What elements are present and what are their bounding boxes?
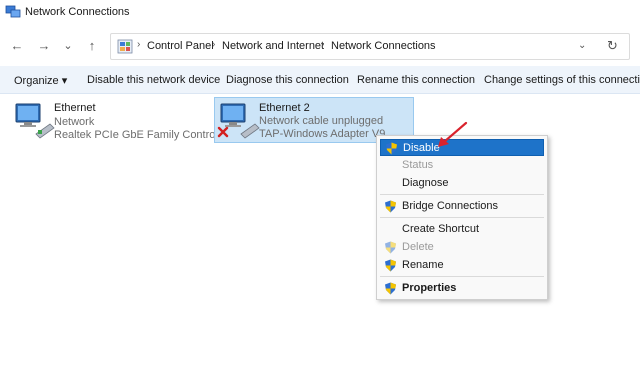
change-settings-button[interactable]: Change settings of this connection xyxy=(484,74,640,86)
adapter-name: Ethernet xyxy=(54,102,96,114)
rename-connection-button[interactable]: Rename this connection xyxy=(357,74,475,86)
breadcrumb-network-connections[interactable]: Network Connections xyxy=(331,40,436,52)
uac-shield-icon xyxy=(386,142,397,155)
address-dropdown-icon[interactable]: ⌄ xyxy=(578,40,586,51)
menu-item-label: Delete xyxy=(402,241,434,253)
forward-icon[interactable]: → xyxy=(36,38,52,54)
menu-separator xyxy=(380,276,544,277)
control-panel-icon xyxy=(117,39,133,54)
annotation-arrow-icon xyxy=(438,121,468,147)
breadcrumb-separator: › xyxy=(137,39,141,50)
diagnose-connection-button[interactable]: Diagnose this connection xyxy=(226,74,349,86)
adapter-device: TAP-Windows Adapter V9 xyxy=(259,128,386,140)
adapter-status: Network xyxy=(54,116,95,128)
menu-separator xyxy=(380,194,544,195)
menu-item-delete: Delete xyxy=(380,239,544,256)
disable-device-button[interactable]: Disable this network device xyxy=(87,74,220,86)
window-title: Network Connections xyxy=(25,6,130,18)
menu-item-label: Bridge Connections xyxy=(402,200,499,212)
up-icon[interactable]: ↑ xyxy=(84,38,100,54)
back-icon[interactable]: ← xyxy=(9,38,25,54)
menu-item-properties[interactable]: Properties xyxy=(380,280,544,297)
refresh-icon[interactable]: ↻ xyxy=(607,38,618,54)
adapter-device: Realtek PCIe GbE Family Controller xyxy=(54,129,231,141)
menu-item-label: Rename xyxy=(402,259,444,271)
title-bar: Network Connections xyxy=(0,0,640,26)
menu-item-label: Status xyxy=(402,159,434,171)
uac-shield-icon xyxy=(385,200,396,213)
network-connections-icon xyxy=(5,5,21,18)
address-bar[interactable]: › Control Panel › Network and Internet ›… xyxy=(110,33,630,60)
menu-item-label: Create Shortcut xyxy=(402,223,480,235)
network-adapter-icon xyxy=(15,103,55,139)
disconnected-x-icon xyxy=(217,126,229,138)
breadcrumb-separator[interactable]: › xyxy=(212,39,215,50)
menu-item-label: Properties xyxy=(402,282,457,294)
organize-button[interactable]: Organize ▾ xyxy=(14,74,67,87)
context-menu: Disable Status Diagnose Bridge Connectio… xyxy=(376,135,548,300)
adapter-item-ethernet[interactable]: Ethernet Network Realtek PCIe GbE Family… xyxy=(10,98,230,142)
adapter-name: Ethernet 2 xyxy=(259,102,310,114)
menu-item-create-shortcut[interactable]: Create Shortcut xyxy=(380,221,544,238)
breadcrumb-control-panel[interactable]: Control Panel xyxy=(147,40,214,52)
menu-separator xyxy=(380,217,544,218)
breadcrumb-network-and-internet[interactable]: Network and Internet xyxy=(222,40,324,52)
adapter-status: Network cable unplugged xyxy=(259,115,384,127)
uac-shield-icon xyxy=(385,282,396,295)
menu-item-label: Diagnose xyxy=(402,177,449,189)
navigation-bar: ← → ⌄ ↑ › Control Panel › Network and In… xyxy=(0,26,640,66)
menu-item-diagnose[interactable]: Diagnose xyxy=(380,175,544,192)
recent-locations-chevron-icon[interactable]: ⌄ xyxy=(60,38,76,54)
uac-shield-icon xyxy=(385,241,396,254)
breadcrumb-separator[interactable]: › xyxy=(321,39,324,50)
menu-item-bridge-connections[interactable]: Bridge Connections xyxy=(380,198,544,215)
uac-shield-icon xyxy=(385,259,396,272)
menu-item-rename[interactable]: Rename xyxy=(380,257,544,274)
menu-item-status: Status xyxy=(380,157,544,174)
command-bar: Organize ▾ Disable this network device D… xyxy=(0,66,640,94)
